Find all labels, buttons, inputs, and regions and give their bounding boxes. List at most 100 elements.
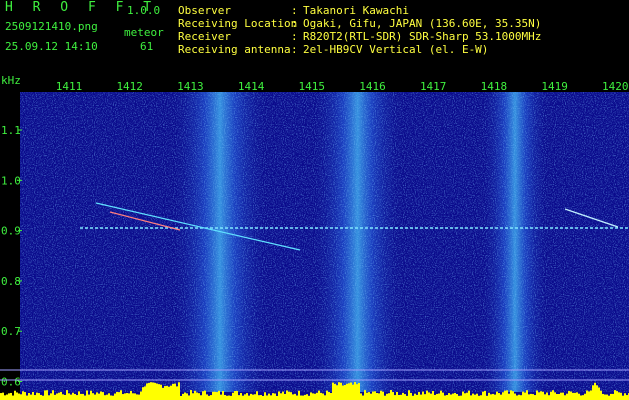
level-segment — [326, 390, 328, 400]
level-segment — [48, 395, 50, 400]
level-segment — [8, 393, 10, 400]
x-tick-label: 1420 — [602, 80, 629, 93]
level-segment — [88, 394, 90, 400]
level-segment — [222, 391, 224, 400]
level-segment — [352, 384, 354, 400]
level-segment — [4, 395, 6, 400]
level-segment — [426, 390, 428, 400]
level-segment — [188, 395, 190, 400]
level-segment — [524, 392, 526, 400]
level-segment — [506, 390, 508, 400]
level-segment — [342, 385, 344, 400]
level-segment — [320, 392, 322, 400]
level-segment — [184, 392, 186, 400]
level-segment — [408, 390, 410, 400]
level-segment — [508, 393, 510, 400]
level-segment — [380, 390, 382, 400]
level-segment — [208, 395, 210, 400]
level-segment — [34, 395, 36, 400]
level-segment — [244, 394, 246, 400]
level-segment — [234, 391, 236, 400]
level-segment — [136, 394, 138, 400]
level-segment — [410, 392, 412, 400]
level-segment — [28, 393, 30, 400]
level-segment — [456, 394, 458, 400]
level-segment — [450, 394, 452, 400]
level-segment — [50, 393, 52, 400]
level-segment — [474, 394, 476, 400]
level-segment — [52, 390, 54, 400]
level-segment — [294, 393, 296, 400]
level-segment — [296, 395, 298, 400]
level-segment — [282, 391, 284, 400]
level-segment — [600, 390, 602, 400]
level-segment — [216, 392, 218, 400]
level-segment — [270, 395, 272, 400]
level-segment — [154, 382, 156, 400]
y-tick-label: 0.8 — [1, 275, 21, 288]
level-segment — [250, 393, 252, 400]
level-segment — [556, 393, 558, 400]
level-segment — [522, 391, 524, 400]
level-segment — [60, 391, 62, 400]
level-segment — [488, 392, 490, 400]
y-axis-unit: kHz — [1, 74, 21, 87]
level-segment — [392, 392, 394, 400]
x-tick-label: 1419 — [541, 80, 568, 93]
level-segment — [466, 392, 468, 400]
x-tick-label: 1411 — [56, 80, 83, 93]
level-segment — [402, 392, 404, 400]
info-row-observer: Observer: Takanori Kawachi — [178, 4, 409, 17]
level-segment — [464, 393, 466, 400]
spectrogram: 1411 1412 1413 1414 1415 1416 1417 1418 1419 1420… — [0, 72, 629, 400]
level-segment — [30, 394, 32, 400]
level-segment — [42, 395, 44, 400]
level-segment — [180, 395, 182, 400]
level-segment — [64, 394, 66, 400]
level-segment — [262, 395, 264, 400]
level-segment — [272, 393, 274, 400]
level-segment — [130, 390, 132, 400]
level-segment — [458, 395, 460, 400]
level-segment — [144, 386, 146, 400]
level-segment — [430, 393, 432, 400]
level-segment — [388, 393, 390, 400]
level-segment — [74, 394, 76, 400]
level-segment — [288, 391, 290, 400]
level-segment — [444, 395, 446, 400]
level-segment — [112, 395, 114, 400]
level-segment — [490, 394, 492, 400]
level-segment — [146, 383, 148, 400]
level-segment — [436, 393, 438, 400]
level-segment — [164, 386, 166, 400]
station-info: Observer: Takanori Kawachi Receiving Loc… — [178, 4, 541, 56]
level-segment — [504, 390, 506, 400]
level-segment — [400, 394, 402, 400]
level-segment — [268, 393, 270, 400]
level-segment — [544, 394, 546, 400]
level-segment — [422, 391, 424, 400]
x-tick-label: 1412 — [116, 80, 143, 93]
level-segment — [70, 394, 72, 400]
level-segment — [306, 394, 308, 400]
level-segment — [406, 395, 408, 400]
x-tick-label: 1415 — [299, 80, 326, 93]
level-segment — [248, 395, 250, 400]
level-segment — [372, 391, 374, 400]
info-row-location: Receiving Location: Ogaki, Gifu, JAPAN (… — [178, 17, 542, 30]
level-segment — [182, 393, 184, 400]
level-segment — [62, 394, 64, 400]
level-segment — [414, 393, 416, 400]
level-segment — [224, 394, 226, 400]
level-segment — [196, 392, 198, 400]
level-segment — [532, 394, 534, 400]
level-segment — [442, 392, 444, 400]
level-segment — [36, 392, 38, 400]
level-segment — [166, 385, 168, 400]
level-segment — [558, 393, 560, 400]
level-segment — [618, 392, 620, 400]
level-segment — [318, 390, 320, 400]
level-segment — [350, 382, 352, 400]
level-segment — [142, 387, 144, 400]
level-segment — [204, 390, 206, 400]
